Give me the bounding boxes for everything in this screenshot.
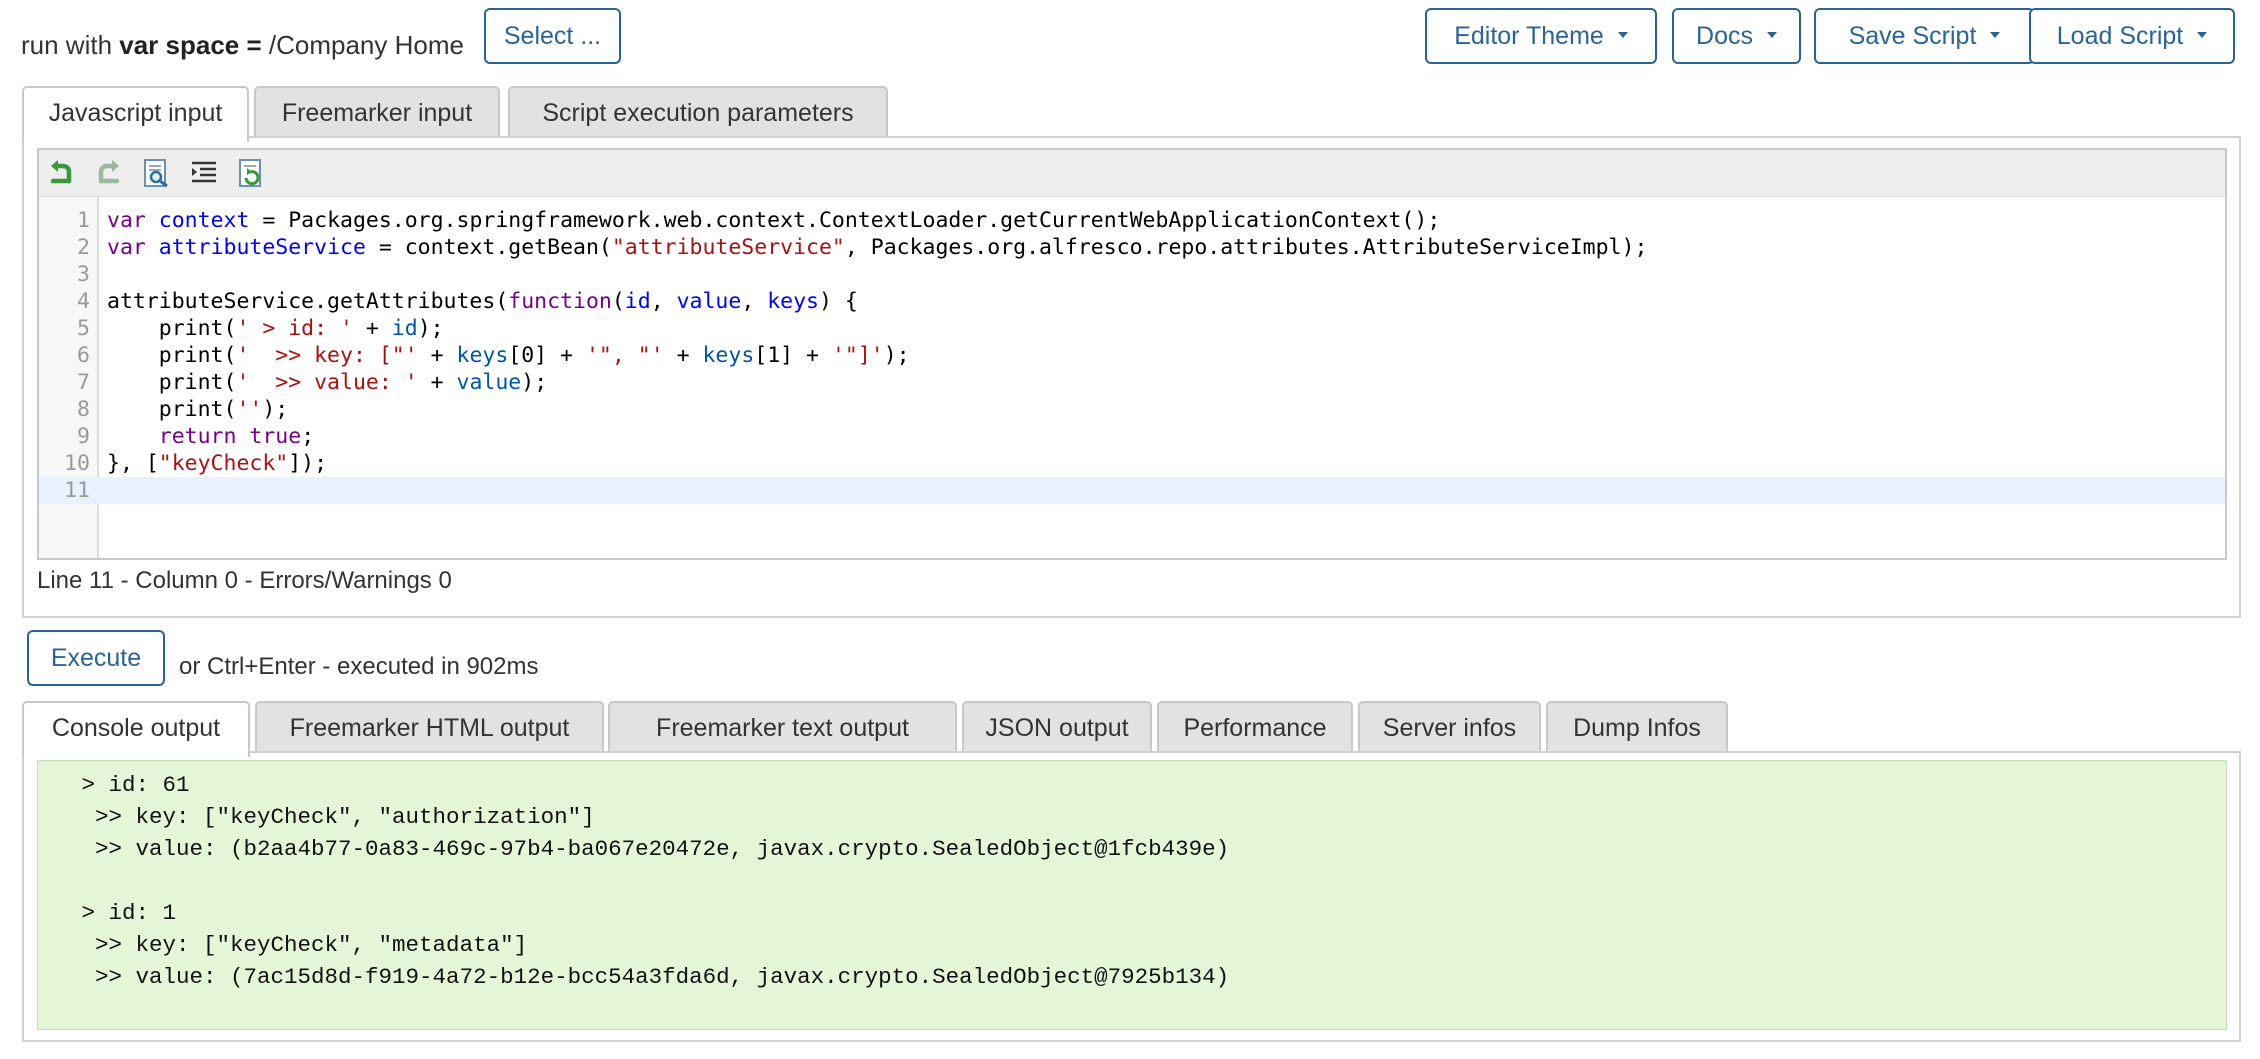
line-number: 6 <box>77 343 90 368</box>
reload-icon[interactable] <box>236 158 266 188</box>
save-script-button[interactable]: Save Script <box>1814 8 2035 64</box>
code-line: 2 var attributeService = context.getBean(… <box>39 234 2225 261</box>
code-line-current: 11 <box>39 477 2225 504</box>
tab-script-execution-parameters[interactable]: Script execution parameters <box>508 86 888 138</box>
code-line: 5 print(' > id: ' + id); <box>39 315 2225 342</box>
caret-down-icon <box>1990 32 2001 39</box>
console-line: > id: 1 <box>68 900 177 926</box>
line-number: 3 <box>77 262 90 287</box>
console-line: >> value: (b2aa4b77-0a83-469c-97b4-ba067… <box>68 836 1230 862</box>
code-line: 4 attributeService.getAttributes(function… <box>39 288 2225 315</box>
search-replace-icon[interactable] <box>141 158 171 188</box>
code-line: 9 return true; <box>39 423 2225 450</box>
line-number: 1 <box>77 208 90 233</box>
console-line: >> value: (7ac15d8d-f919-4a72-b12e-bcc54… <box>68 964 1230 990</box>
code-line: 7 print(' >> value: ' + value); <box>39 369 2225 396</box>
tab-label: Freemarker input <box>281 99 473 127</box>
tab-label: Freemarker HTML output <box>289 714 570 742</box>
line-number: 2 <box>77 235 90 260</box>
select-space-button[interactable]: Select ... <box>484 8 621 64</box>
caret-down-icon <box>1617 32 1628 39</box>
run-with-label: run with var space = /Company Home <box>21 28 464 62</box>
undo-icon[interactable] <box>47 158 77 188</box>
line-number: 10 <box>64 451 90 476</box>
tab-label: Server infos <box>1382 714 1517 742</box>
select-space-label: Select ... <box>503 22 602 50</box>
load-script-button[interactable]: Load Script <box>2029 8 2235 64</box>
caret-down-icon <box>1766 32 1777 39</box>
line-number: 4 <box>77 289 90 314</box>
docs-label: Docs <box>1696 22 1753 50</box>
tab-server-infos[interactable]: Server infos <box>1358 701 1541 753</box>
editor-status: Line 11 - Column 0 - Errors/Warnings 0 <box>37 567 452 594</box>
code-line: 1 var context = Packages.org.springframew… <box>39 207 2225 234</box>
code-line: 6 print(' >> key: ["' + keys[0] + '", "'… <box>39 342 2225 369</box>
code-line: 8 print(''); <box>39 396 2225 423</box>
console-line: >> key: ["keyCheck", "metadata"] <box>68 932 528 958</box>
tab-label: Console output <box>51 714 221 742</box>
tab-label: Dump Infos <box>1573 714 1701 742</box>
save-script-label: Save Script <box>1848 22 1977 50</box>
code-editor[interactable]: 1 var context = Packages.org.springframew… <box>37 148 2227 560</box>
console-output: > id: 61 >> key: ["keyCheck", "authoriza… <box>37 760 2227 1030</box>
editor-toolbar <box>39 150 2225 197</box>
line-number: 11 <box>64 478 90 503</box>
tab-console-output[interactable]: Console output <box>22 701 250 757</box>
tab-label: Javascript input <box>48 99 223 127</box>
editor-theme-label: Editor Theme <box>1454 22 1604 50</box>
line-number: 9 <box>77 424 90 449</box>
run-with-prefix: run with <box>21 30 120 60</box>
top-bar: run with var space = /Company Home Selec… <box>0 0 2260 72</box>
console-line: >> key: ["keyCheck", "authorization"] <box>68 804 595 830</box>
tab-json-output[interactable]: JSON output <box>962 701 1152 753</box>
execute-label: Execute <box>50 644 142 672</box>
tab-label: JSON output <box>985 714 1129 742</box>
code-area[interactable]: 1 var context = Packages.org.springframew… <box>39 207 2225 504</box>
tab-freemarker-input[interactable]: Freemarker input <box>254 86 500 138</box>
tab-freemarker-text-output[interactable]: Freemarker text output <box>608 701 957 753</box>
code-line: 10}, ["keyCheck"]); <box>39 450 2225 477</box>
caret-down-icon <box>2197 32 2208 39</box>
line-number: 5 <box>77 316 90 341</box>
code-line: 3 <box>39 261 2225 288</box>
docs-button[interactable]: Docs <box>1672 8 1801 64</box>
execute-button[interactable]: Execute <box>27 630 165 686</box>
console-line: > id: 61 <box>68 772 190 798</box>
line-number: 7 <box>77 370 90 395</box>
tab-freemarker-html-output[interactable]: Freemarker HTML output <box>255 701 604 753</box>
format-code-icon[interactable] <box>189 158 219 188</box>
editor-theme-button[interactable]: Editor Theme <box>1425 8 1657 64</box>
tab-dump-infos[interactable]: Dump Infos <box>1546 701 1728 753</box>
run-with-equals: = <box>239 30 269 60</box>
line-number: 8 <box>77 397 90 422</box>
space-path: /Company Home <box>268 30 464 60</box>
tab-label: Script execution parameters <box>542 99 854 127</box>
tab-performance[interactable]: Performance <box>1157 701 1353 753</box>
load-script-label: Load Script <box>2056 22 2184 50</box>
run-with-variable: var space <box>119 30 240 60</box>
tab-javascript-input[interactable]: Javascript input <box>22 86 249 142</box>
execute-note: or Ctrl+Enter - executed in 902ms <box>179 653 539 680</box>
redo-icon[interactable] <box>93 158 123 188</box>
tab-label: Performance <box>1183 714 1327 742</box>
tab-label: Freemarker text output <box>656 714 909 742</box>
